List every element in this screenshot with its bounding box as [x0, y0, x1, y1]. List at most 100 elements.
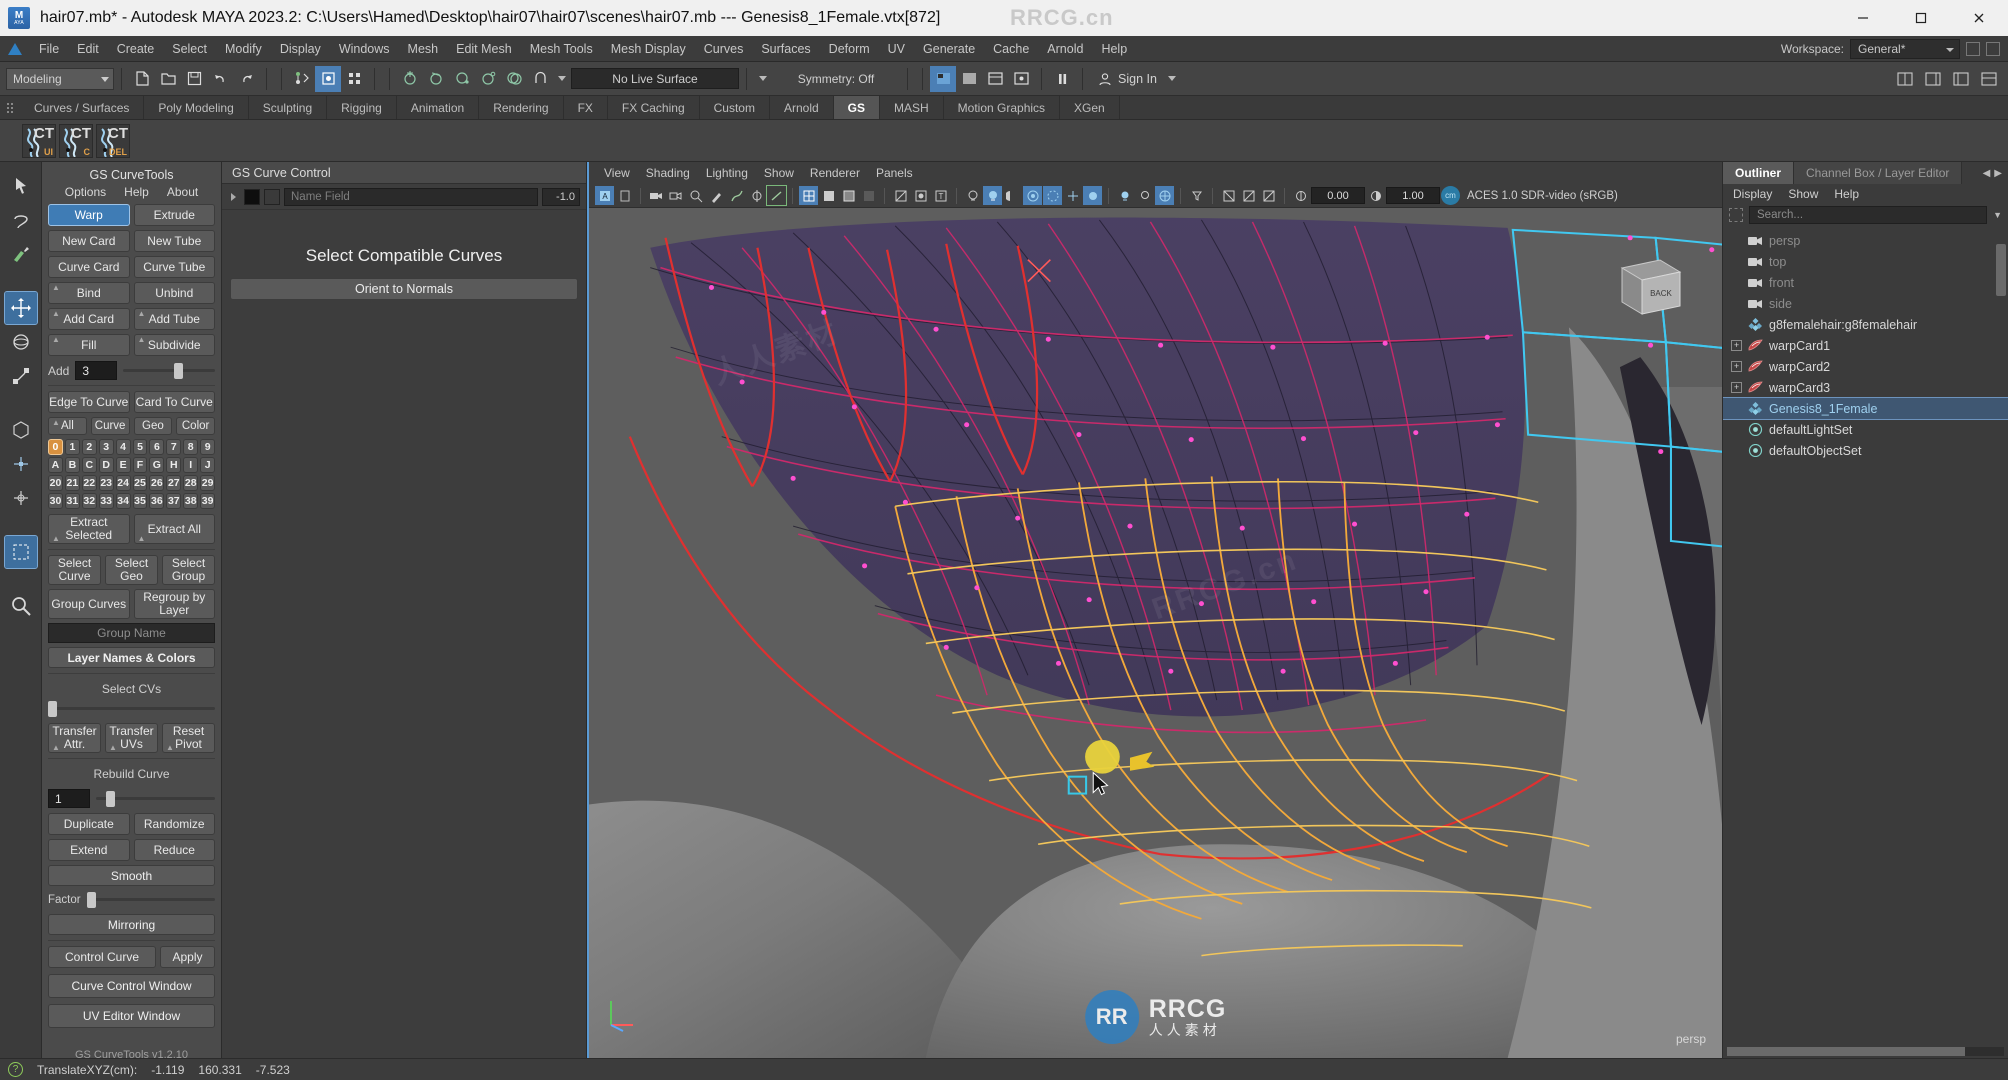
shelf-tab-sculpting[interactable]: Sculpting	[249, 96, 328, 119]
fill-button[interactable]: ▲ Fill	[48, 334, 130, 356]
layer-cell-A[interactable]: A	[48, 457, 63, 473]
select-curve-button[interactable]: Select Curve	[48, 555, 101, 585]
menu-item-select[interactable]: Select	[163, 39, 216, 59]
layer-cell-B[interactable]: B	[64, 457, 80, 473]
layer-cell-E[interactable]: E	[115, 457, 131, 473]
paint-select-tool-icon[interactable]	[5, 238, 37, 270]
layer-names-colors-button[interactable]: Layer Names & Colors	[48, 647, 215, 668]
flat-shade-icon[interactable]	[859, 186, 878, 205]
menu-item-edit[interactable]: Edit	[68, 39, 108, 59]
shelf-tab-motion-graphics[interactable]: Motion Graphics	[944, 96, 1061, 119]
outliner-menu-display[interactable]: Display	[1733, 187, 1772, 201]
select-filter-icon[interactable]	[1187, 186, 1206, 205]
shelf-tab-curves-surfaces[interactable]: Curves / Surfaces	[20, 96, 145, 119]
layer-cell-0[interactable]: 0	[48, 439, 63, 455]
transfer-attr-button[interactable]: ▲ Transfer Attr.	[48, 723, 101, 753]
select-camera-icon[interactable]: A	[595, 186, 614, 205]
curve-control-window-button[interactable]: Curve Control Window	[48, 974, 215, 998]
twoD-pan-zoom-icon[interactable]	[687, 186, 706, 205]
shelf-tab-custom[interactable]: Custom	[700, 96, 770, 119]
chevron-down-icon[interactable]	[759, 76, 767, 81]
filter-geo-button[interactable]: Geo	[133, 417, 173, 435]
menu-item-create[interactable]: Create	[108, 39, 164, 59]
layer-cell-J[interactable]: J	[200, 457, 216, 473]
outliner-item-defaultobjectset[interactable]: defaultObjectSet	[1723, 440, 2008, 461]
layer-cell-31[interactable]: 31	[64, 493, 80, 509]
snap-point-icon[interactable]	[449, 66, 475, 92]
select-object-icon[interactable]	[315, 65, 341, 92]
isolate-select-icon[interactable]	[1115, 186, 1134, 205]
use-default-material-icon[interactable]	[911, 186, 930, 205]
layer-cell-G[interactable]: G	[149, 457, 165, 473]
layer-cell-28[interactable]: 28	[183, 475, 199, 491]
undo-icon[interactable]	[207, 66, 233, 92]
ik-handle-icon[interactable]	[727, 186, 746, 205]
layer-cell-D[interactable]: D	[98, 457, 114, 473]
universal-manipulator-icon[interactable]	[5, 414, 37, 446]
menu-item-generate[interactable]: Generate	[914, 39, 984, 59]
move-tool-icon[interactable]	[3, 291, 38, 325]
layer-cell-21[interactable]: 21	[64, 475, 80, 491]
chevron-down-icon[interactable]: ▼	[1993, 210, 2002, 220]
workspace-lock-icon[interactable]	[1986, 41, 2000, 56]
layer-cell-C[interactable]: C	[81, 457, 97, 473]
subdivide-button[interactable]: ▲ Subdivide	[133, 334, 215, 356]
minimize-button[interactable]	[1834, 0, 1892, 36]
viewport-menu-view[interactable]: View	[597, 164, 637, 182]
bind-button[interactable]: ▲ Bind	[48, 282, 130, 304]
duplicate-button[interactable]: Duplicate	[48, 813, 130, 835]
filter-color-button[interactable]: Color	[176, 417, 215, 435]
lighting-all-icon[interactable]	[963, 186, 982, 205]
layer-cell-38[interactable]: 38	[183, 493, 199, 509]
filter-icon[interactable]	[1729, 208, 1743, 222]
shelf-tab-rendering[interactable]: Rendering	[479, 96, 564, 119]
layer-cell-3[interactable]: 3	[98, 439, 114, 455]
menu-item-arnold[interactable]: Arnold	[1038, 39, 1092, 59]
shelf-tab-fx-caching[interactable]: FX Caching	[608, 96, 700, 119]
layer-cell-32[interactable]: 32	[81, 493, 97, 509]
shelf-tab-rigging[interactable]: Rigging	[327, 96, 397, 119]
outliner-item-side[interactable]: side	[1723, 293, 2008, 314]
curve-tube-button[interactable]: Curve Tube	[133, 256, 215, 278]
curve-name-input[interactable]: Name Field	[284, 187, 538, 206]
chevron-down-icon[interactable]	[558, 76, 566, 81]
menu-item-uv[interactable]: UV	[879, 39, 914, 59]
gamma-value[interactable]: 1.00	[1386, 187, 1440, 204]
texture-filter-icon[interactable]	[1219, 186, 1238, 205]
filter-all-button[interactable]: ▲ All	[48, 417, 87, 435]
camera-attributes-icon[interactable]	[647, 186, 666, 205]
shelf-tab-gs[interactable]: GS	[833, 96, 880, 119]
layer-cell-22[interactable]: 22	[81, 475, 97, 491]
card-to-curve-button[interactable]: Card To Curve	[133, 391, 215, 413]
outliner-item-front[interactable]: front	[1723, 272, 2008, 293]
outliner-item-defaultlightset[interactable]: defaultLightSet	[1723, 419, 2008, 440]
slider-knob[interactable]	[105, 790, 115, 807]
grid-toggle-icon[interactable]	[1155, 186, 1174, 205]
grease-pencil-icon[interactable]	[707, 186, 726, 205]
outliner-menu-help[interactable]: Help	[1834, 187, 1859, 201]
add-tube-button[interactable]: ▲ Add Tube	[133, 308, 215, 330]
outliner-item-warpcard1[interactable]: + warpCard1	[1723, 335, 2008, 356]
select-group-button[interactable]: Select Group	[162, 555, 215, 585]
symmetry-field[interactable]: Symmetry: Off	[772, 68, 900, 89]
view-cube[interactable]: BACK	[1608, 252, 1686, 325]
viewport-3d-canvas[interactable]: 人人素材 RRCG.cn BACK	[589, 208, 1722, 1058]
layer-cell-27[interactable]: 27	[166, 475, 182, 491]
menu-item-help[interactable]: Help	[1092, 39, 1136, 59]
smooth-shaded-icon[interactable]	[819, 186, 838, 205]
layer-cell-30[interactable]: 30	[48, 493, 63, 509]
outliner-item-g8femalehair-g8femalehair[interactable]: g8femalehair:g8femalehair	[1723, 314, 2008, 335]
layer-cell-39[interactable]: 39	[200, 493, 216, 509]
tab-channel-box[interactable]: Channel Box / Layer Editor	[1794, 162, 1963, 184]
menu-set-selector[interactable]: Modeling	[6, 67, 114, 90]
outliner-item-top[interactable]: top	[1723, 251, 2008, 272]
viewport-menu-panels[interactable]: Panels	[869, 164, 920, 182]
layer-cell-29[interactable]: 29	[200, 475, 216, 491]
outliner-toggle-icon[interactable]	[1976, 66, 2002, 92]
layer-cell-1[interactable]: 1	[64, 439, 80, 455]
menu-item-surfaces[interactable]: Surfaces	[752, 39, 819, 59]
gs-curvetools-reset-icon[interactable]: CT C	[59, 123, 93, 158]
orient-to-normals-button[interactable]: Orient to Normals	[230, 278, 578, 300]
shelf-tab-poly-modeling[interactable]: Poly Modeling	[144, 96, 249, 119]
outliner-item-genesis8-1female[interactable]: Genesis8_1Female	[1723, 397, 2008, 420]
